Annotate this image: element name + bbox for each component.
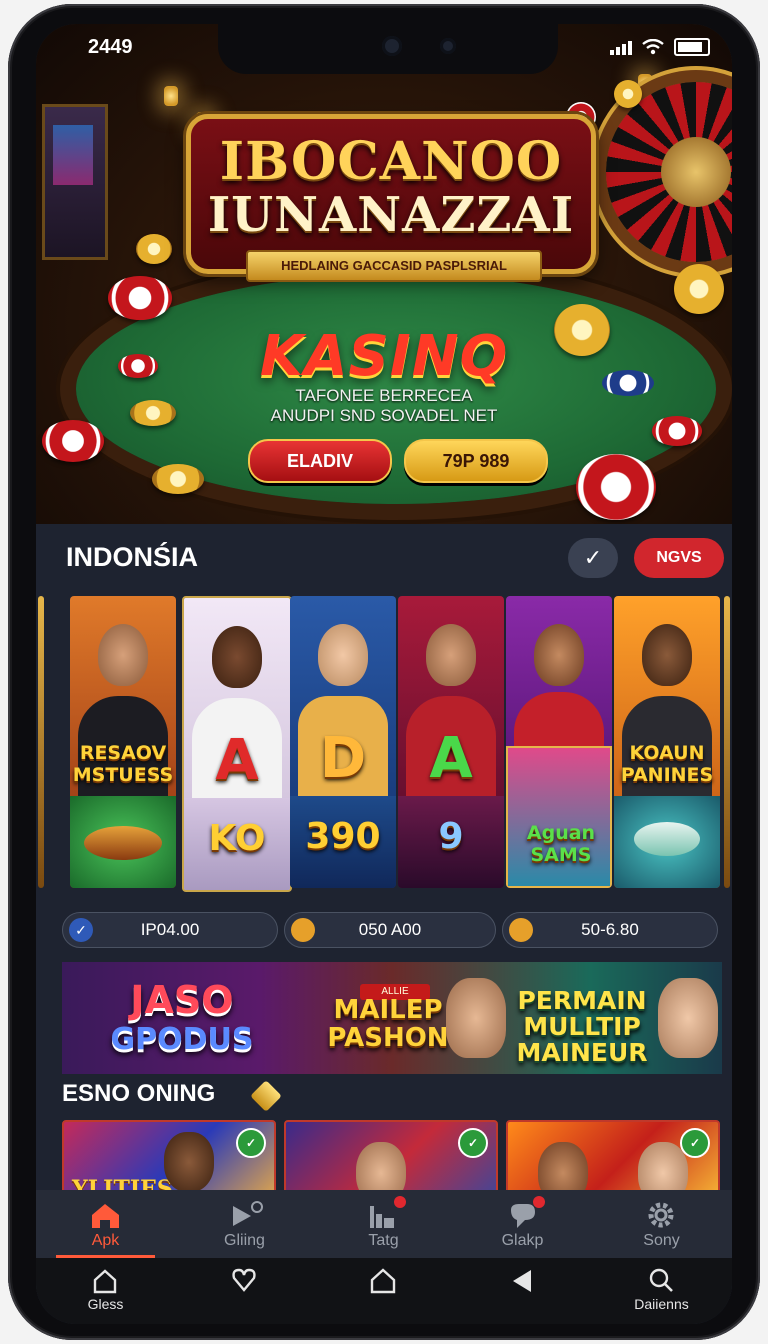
notification-dot [394, 1196, 406, 1208]
tab-tatg[interactable]: Tatg [314, 1190, 453, 1258]
camera-notch [218, 24, 558, 74]
stats-row: ✓ IP04.00 050 A00 50-6.80 [62, 912, 722, 948]
game-title: Aguan SAMS [526, 822, 596, 866]
promo-banner[interactable]: JASO GPODUS ALLIE MAILEP PASHON PERMAIN M… [62, 962, 722, 1074]
game-value: 9 [438, 816, 464, 857]
hero-tagline: TAFONEE BERRECEA ANUDPI SND SOVADEL NET [36, 386, 732, 426]
tab-sony[interactable]: Sony [592, 1190, 731, 1258]
chip [42, 420, 104, 462]
promo-title-2: MAILEP PASHON [327, 995, 449, 1053]
chart-icon [370, 1206, 394, 1228]
section-2-title: ESNO ONING [62, 1080, 216, 1107]
game-card[interactable]: KOAUN PANINES [614, 596, 720, 888]
logo-line-2: IUNANAZZAI [207, 187, 575, 243]
stat-pill[interactable]: ✓ IP04.00 [62, 912, 278, 948]
game-card[interactable]: RESAOV MSTUESS [70, 596, 176, 888]
game-title: KOAUN PANINES [620, 742, 714, 786]
news-button[interactable]: NGVS [634, 538, 724, 578]
home-button-icon [370, 1268, 396, 1294]
chip [674, 264, 724, 314]
promo-title-3: PERMAIN MULLTIP MAINEUR [516, 986, 648, 1067]
game-card[interactable]: A KO [182, 596, 292, 892]
play-icon [233, 1201, 263, 1226]
hero-left-button[interactable]: ELADIV [248, 439, 392, 483]
tab-apk[interactable]: Apk [36, 1190, 175, 1258]
camera-icon [382, 36, 402, 56]
section-title: INDONŚIA [66, 542, 199, 572]
stat-pill[interactable]: 050 A00 [284, 912, 496, 948]
bottom-tab-bar: Apk Gliing Tatg Glakp Sony [36, 1190, 732, 1258]
nav-back[interactable] [453, 1258, 592, 1324]
hero-right-button[interactable]: 79P 989 [404, 439, 548, 483]
chip [152, 464, 204, 494]
hero-banner[interactable]: IBOCANOO IUNANAZZAI HEDLAING GACCASID PA… [36, 24, 732, 524]
portrait [98, 624, 148, 686]
slot-machine [42, 104, 108, 260]
portrait [164, 1132, 214, 1192]
check-button[interactable]: ✓ [568, 538, 618, 578]
gear-icon [648, 1202, 674, 1228]
chip [108, 276, 172, 320]
status-time: 2449 [88, 36, 133, 58]
badge-icon: ✓ [680, 1128, 710, 1158]
badge-icon: ✓ [236, 1128, 266, 1158]
home-outline-icon [93, 1269, 117, 1294]
notification-dot [533, 1196, 545, 1208]
back-icon [513, 1270, 531, 1292]
logo-ribbon: HEDLAING GACCASID PASPLSRIAL [246, 250, 542, 282]
phone-frame: IBOCANOO IUNANAZZAI HEDLAING GACCASID PA… [8, 4, 760, 1340]
search-icon [649, 1268, 673, 1292]
heart-icon [232, 1268, 256, 1292]
nav-home[interactable] [314, 1258, 453, 1324]
stat-value: 050 A00 [358, 920, 422, 939]
nav-gless[interactable]: Gless [36, 1258, 175, 1324]
nav-search[interactable]: Daiienns [592, 1258, 731, 1324]
game-grid: RESAOV MSTUESS A KO D 390 A 9 Aguan SAMS… [62, 596, 722, 892]
screen: IBOCANOO IUNANAZZAI HEDLAING GACCASID PA… [36, 24, 732, 1324]
stat-value: 50-6.80 [581, 920, 639, 939]
nav-favorite[interactable] [175, 1258, 314, 1324]
game-value: KO [208, 818, 266, 859]
diamond-icon [250, 1080, 282, 1112]
signal-icon [610, 39, 632, 55]
roulette-wheel [606, 82, 732, 262]
game-card[interactable]: D 390 [290, 596, 396, 888]
stat-pill[interactable]: 50-6.80 [502, 912, 718, 948]
game-letter: D [319, 726, 367, 791]
battery-icon [674, 38, 710, 56]
game-thumb [70, 796, 176, 888]
promo-portrait [658, 978, 718, 1058]
promo-portrait [446, 978, 506, 1058]
sensor-icon [440, 38, 456, 54]
tagline-line-2: ANUDPI SND SOVADEL NET [270, 406, 498, 425]
game-card[interactable]: A 9 [398, 596, 504, 888]
tagline-line-1: TAFONEE BERRECEA [295, 386, 473, 405]
scroll-edge-left [38, 596, 44, 888]
game-letter: A [429, 726, 473, 791]
chat-icon [511, 1204, 535, 1228]
system-nav-bar: Gless Daiienns [36, 1258, 732, 1324]
game-title: RESAOV MSTUESS [72, 742, 174, 786]
logo-line-1: IBOCANOO [219, 131, 563, 192]
stat-value: IP04.00 [140, 920, 200, 939]
tab-gliing[interactable]: Gliing [175, 1190, 314, 1258]
chip [136, 234, 172, 264]
promo-title-1: JASO GPODUS [110, 978, 254, 1057]
home-icon [92, 1204, 119, 1228]
badge-icon: ✓ [458, 1128, 488, 1158]
game-letter: A [215, 728, 259, 793]
game-card[interactable]: Aguan SAMS [506, 596, 612, 888]
kasino-title: KASINQ [259, 324, 509, 389]
tab-glakp[interactable]: Glakp [453, 1190, 592, 1258]
lamp [164, 86, 178, 106]
game-value: 390 [305, 816, 381, 857]
chip [576, 454, 656, 520]
wifi-icon [642, 39, 664, 55]
chip [614, 80, 642, 108]
scroll-edge-right [724, 596, 730, 888]
